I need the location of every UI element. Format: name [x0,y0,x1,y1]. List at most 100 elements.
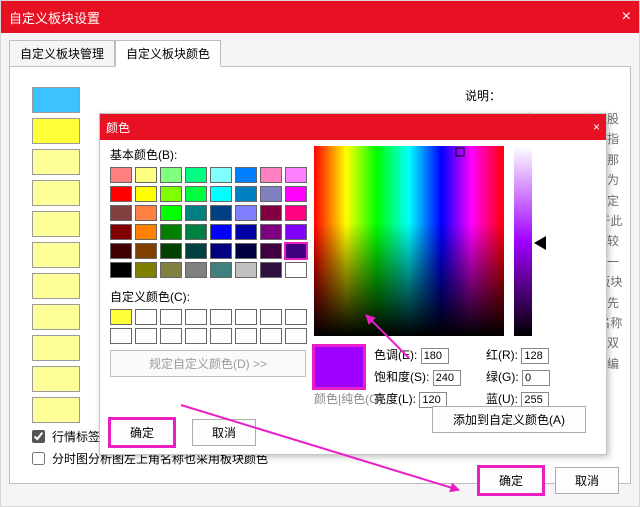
basic-color-swatch[interactable] [235,205,257,221]
basic-color-swatch[interactable] [160,224,182,240]
description-label: 说明： [465,87,501,104]
custom-color-swatch[interactable] [210,328,232,344]
custom-color-swatch[interactable] [260,328,282,344]
basic-color-swatch[interactable] [210,167,232,183]
basic-color-swatch[interactable] [285,167,307,183]
color-dialog: 颜色 × 基本颜色(B): 自定义颜色(C): 规定自定义颜色(D) >> 确定… [99,113,607,455]
basic-color-swatch[interactable] [260,205,282,221]
custom-color-swatch[interactable] [285,309,307,325]
basic-color-swatch[interactable] [285,262,307,278]
block-color-swatch[interactable] [32,335,80,361]
basic-color-swatch[interactable] [135,205,157,221]
basic-color-swatch[interactable] [110,205,132,221]
basic-color-swatch[interactable] [110,262,132,278]
color-preview [314,346,364,388]
close-icon[interactable]: × [591,8,631,26]
add-to-custom-button[interactable]: 添加到自定义颜色(A) [432,406,586,433]
color-spectrum[interactable] [314,146,504,336]
basic-color-swatch[interactable] [185,167,207,183]
basic-color-swatch[interactable] [235,262,257,278]
sat-input[interactable] [433,370,461,386]
basic-color-swatch[interactable] [235,243,257,259]
basic-color-swatch[interactable] [135,167,157,183]
basic-color-swatch[interactable] [185,205,207,221]
basic-color-swatch[interactable] [135,186,157,202]
basic-color-swatch[interactable] [160,186,182,202]
basic-color-swatch[interactable] [260,224,282,240]
g-input[interactable] [522,370,550,386]
block-color-swatch[interactable] [32,366,80,392]
outer-titlebar: 自定义板块设置 × [1,1,639,33]
spectrum-cursor-icon [456,148,465,157]
basic-color-swatch[interactable] [110,186,132,202]
luminance-slider[interactable] [514,146,532,336]
custom-color-swatch[interactable] [260,309,282,325]
basic-color-swatch[interactable] [160,262,182,278]
basic-color-swatch[interactable] [185,243,207,259]
basic-color-swatch[interactable] [160,167,182,183]
block-color-swatch[interactable] [32,273,80,299]
outer-ok-button[interactable]: 确定 [479,467,543,494]
basic-color-swatch[interactable] [110,243,132,259]
custom-color-swatch[interactable] [185,309,207,325]
inner-ok-button[interactable]: 确定 [110,419,174,446]
block-color-swatch[interactable] [32,211,80,237]
basic-color-swatch[interactable] [135,243,157,259]
basic-color-swatch[interactable] [260,262,282,278]
basic-color-swatch[interactable] [160,205,182,221]
basic-color-swatch[interactable] [235,224,257,240]
custom-color-swatch[interactable] [210,309,232,325]
checkbox-label-and-block[interactable] [32,430,45,443]
hue-input[interactable] [421,348,449,364]
block-color-swatch[interactable] [32,118,80,144]
basic-color-swatch[interactable] [185,186,207,202]
block-color-swatch[interactable] [32,149,80,175]
basic-color-swatch[interactable] [135,224,157,240]
custom-color-swatch[interactable] [235,309,257,325]
basic-color-swatch[interactable] [235,186,257,202]
custom-color-swatch[interactable] [185,328,207,344]
basic-color-swatch[interactable] [110,167,132,183]
block-color-swatch[interactable] [32,397,80,423]
tab-color[interactable]: 自定义板块颜色 [115,40,221,67]
custom-color-swatch[interactable] [160,309,182,325]
basic-color-swatch[interactable] [210,224,232,240]
luminance-arrow-icon [534,236,546,250]
define-custom-button[interactable]: 规定自定义颜色(D) >> [110,350,306,377]
basic-color-swatch[interactable] [185,224,207,240]
basic-color-swatch[interactable] [110,224,132,240]
basic-color-swatch[interactable] [210,205,232,221]
close-icon[interactable]: × [593,120,600,134]
custom-color-swatch[interactable] [135,309,157,325]
basic-color-swatch[interactable] [235,167,257,183]
basic-color-swatch[interactable] [210,243,232,259]
custom-color-swatch[interactable] [235,328,257,344]
basic-color-swatch[interactable] [135,262,157,278]
block-color-swatch[interactable] [32,242,80,268]
sat-label: 饱和度(S): [374,370,429,384]
basic-color-swatch[interactable] [260,186,282,202]
basic-color-swatch[interactable] [160,243,182,259]
g-label: 绿(G): [486,370,519,384]
custom-color-swatch[interactable] [160,328,182,344]
basic-color-swatch[interactable] [285,205,307,221]
tab-manage[interactable]: 自定义板块管理 [9,40,115,67]
block-color-swatch[interactable] [32,304,80,330]
block-color-swatch[interactable] [32,180,80,206]
custom-color-swatch[interactable] [110,309,132,325]
basic-color-swatch[interactable] [285,224,307,240]
basic-color-swatch[interactable] [285,186,307,202]
checkbox-timeshare-color[interactable] [32,452,45,465]
custom-color-swatch[interactable] [135,328,157,344]
basic-color-swatch[interactable] [210,186,232,202]
block-color-swatch[interactable] [32,87,80,113]
outer-cancel-button[interactable]: 取消 [555,467,619,494]
basic-color-swatch[interactable] [185,262,207,278]
custom-color-swatch[interactable] [285,328,307,344]
basic-color-swatch[interactable] [260,243,282,259]
r-input[interactable] [521,348,549,364]
basic-color-swatch[interactable] [210,262,232,278]
basic-color-swatch[interactable] [285,243,307,259]
basic-color-swatch[interactable] [260,167,282,183]
custom-color-swatch[interactable] [110,328,132,344]
